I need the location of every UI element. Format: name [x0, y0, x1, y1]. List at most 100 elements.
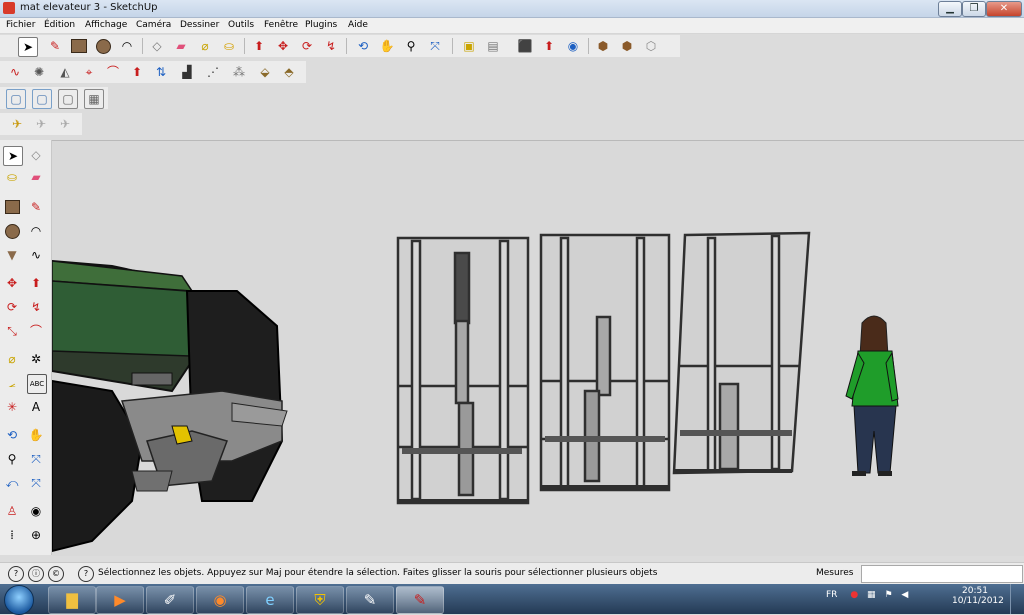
lift-mast-frame-3[interactable]: [672, 231, 811, 475]
geolocation-status-icon[interactable]: ?: [8, 566, 24, 582]
sandbox-b-button[interactable]: ⋰: [204, 63, 222, 81]
maximize-button[interactable]: ❐: [962, 1, 986, 17]
menu-fichier[interactable]: Fichier: [6, 20, 35, 30]
tray-antivirus-icon[interactable]: ●: [850, 590, 858, 600]
left-offset-button[interactable]: ⌒: [27, 322, 45, 340]
taskbar-paint[interactable]: ✎: [346, 586, 394, 614]
sandbox-a-button[interactable]: ▟: [178, 63, 196, 81]
left-3d-text-button[interactable]: A: [27, 398, 45, 416]
system-clock[interactable]: 20:51 10/11/2012: [952, 586, 1004, 606]
left-circle-button[interactable]: [3, 222, 21, 240]
share-component-button[interactable]: ⬢: [618, 37, 636, 55]
left-look-around-button[interactable]: ◉: [27, 502, 45, 520]
scene-canvas[interactable]: [52, 141, 1024, 556]
taskbar-explorer[interactable]: ▇: [48, 586, 96, 614]
left-previous-button[interactable]: ⤺: [3, 474, 21, 492]
tape-measure-button[interactable]: ⌀: [196, 37, 214, 55]
menu-affichage[interactable]: Affichage: [85, 20, 127, 30]
pan-tool-button[interactable]: ✋: [378, 37, 396, 55]
help-status-icon[interactable]: ?: [78, 566, 94, 582]
arc-tool-button[interactable]: ◠: [118, 37, 136, 55]
menu-aide[interactable]: Aide: [348, 20, 368, 30]
figure-b-button[interactable]: ✈: [32, 115, 50, 133]
left-protractor-button[interactable]: ⦟: [3, 374, 21, 392]
taskbar-gimp[interactable]: ✐: [146, 586, 194, 614]
left-eraser-button[interactable]: ▰: [27, 168, 45, 186]
3d-warehouse-button[interactable]: ◉: [564, 37, 582, 55]
left-select-button[interactable]: ➤: [3, 146, 23, 166]
menu-plugins[interactable]: Plugins: [305, 20, 337, 30]
left-move-button[interactable]: ✥: [3, 274, 21, 292]
menu-outils[interactable]: Outils: [228, 20, 254, 30]
left-section-plane-button[interactable]: ⊕: [27, 526, 45, 544]
left-position-camera-button[interactable]: ♙: [3, 502, 21, 520]
left-component-button[interactable]: ◇: [27, 146, 45, 164]
place-figure-button[interactable]: ✈: [8, 115, 26, 133]
drape-button[interactable]: ⌒: [104, 63, 122, 81]
get-photo-button[interactable]: ⬢: [594, 37, 612, 55]
paint-bucket-button[interactable]: ⛀: [220, 37, 238, 55]
language-indicator[interactable]: FR: [826, 590, 837, 600]
top-view-button[interactable]: ▢: [6, 89, 26, 109]
share-model-button[interactable]: ⬆: [540, 37, 558, 55]
taskbar-sketchup[interactable]: ✎: [396, 586, 444, 614]
add-location-button[interactable]: ▣: [460, 37, 478, 55]
select-tool-button[interactable]: ➤: [18, 37, 38, 57]
from-scratch-button[interactable]: ◭: [56, 63, 74, 81]
measurements-input[interactable]: [861, 565, 1023, 583]
rotate-tool-button[interactable]: ⟳: [298, 37, 316, 55]
push-pull-button[interactable]: ⬆: [250, 37, 268, 55]
left-scale-button[interactable]: ⤡: [3, 322, 21, 340]
left-follow-me-button[interactable]: ↯: [27, 298, 45, 316]
orbit-tool-button[interactable]: ⟲: [354, 37, 372, 55]
menu-edition[interactable]: Édition: [44, 20, 75, 30]
flip-edge-button[interactable]: ⇅: [152, 63, 170, 81]
follow-me-button[interactable]: ↯: [322, 37, 340, 55]
lift-mast-frame-2[interactable]: [539, 233, 671, 492]
front-view-button[interactable]: ▢: [32, 89, 52, 109]
left-paint-button[interactable]: ⛀: [3, 168, 21, 186]
smoove-button[interactable]: ∿: [6, 63, 24, 81]
tray-network-icon[interactable]: ▦: [867, 590, 876, 600]
left-rotate-button[interactable]: ⟳: [3, 298, 21, 316]
lift-mast-frame-1[interactable]: [396, 236, 530, 505]
rectangle-tool-button[interactable]: [70, 37, 88, 55]
close-button[interactable]: ✕: [986, 1, 1022, 17]
zoom-tool-button[interactable]: ⚲: [402, 37, 420, 55]
left-line-button[interactable]: ✎: [27, 198, 45, 216]
move-tool-button[interactable]: ✥: [274, 37, 292, 55]
component-options-button[interactable]: ⬡: [642, 37, 660, 55]
left-push-pull-button[interactable]: ⬆: [27, 274, 45, 292]
info-status-icon[interactable]: ©: [48, 566, 64, 582]
left-zoom-button[interactable]: ⚲: [3, 450, 21, 468]
left-text-button[interactable]: ABC: [27, 374, 47, 394]
left-rectangle-button[interactable]: [3, 198, 21, 216]
from-contours-button[interactable]: ✺: [30, 63, 48, 81]
toggle-terrain-button[interactable]: ▤: [484, 37, 502, 55]
credits-status-icon[interactable]: ⓘ: [28, 566, 44, 582]
left-dimension-button[interactable]: ✲: [27, 350, 45, 368]
sandbox-d-button[interactable]: ⬙: [256, 63, 274, 81]
get-models-button[interactable]: ⬛: [516, 37, 534, 55]
sandbox-e-button[interactable]: ⬘: [280, 63, 298, 81]
iso-view-button[interactable]: ▦: [84, 89, 104, 109]
minimize-button[interactable]: ▁: [938, 1, 962, 17]
sandbox-c-button[interactable]: ⁂: [230, 63, 248, 81]
left-tape-button[interactable]: ⌀: [3, 350, 21, 368]
scale-figure-person[interactable]: [845, 315, 899, 476]
stamp-button[interactable]: ⌖: [80, 63, 98, 81]
left-walk-button[interactable]: ⁞: [3, 526, 21, 544]
menu-fenetre[interactable]: Fenêtre: [264, 20, 298, 30]
left-freehand-button[interactable]: ∿: [27, 246, 45, 264]
taskbar-internet-explorer[interactable]: e: [246, 586, 294, 614]
tray-speaker-icon[interactable]: ◀: [901, 590, 908, 600]
start-button[interactable]: [4, 585, 34, 615]
add-detail-button[interactable]: ⬆: [128, 63, 146, 81]
menu-camera[interactable]: Caméra: [136, 20, 171, 30]
left-arc-button[interactable]: ◠: [27, 222, 45, 240]
left-orbit-button[interactable]: ⟲: [3, 426, 21, 444]
zoom-extents-button[interactable]: ⤧: [426, 37, 444, 55]
line-tool-button[interactable]: ✎: [46, 37, 64, 55]
tractor-model[interactable]: [52, 259, 288, 553]
tray-flag-icon[interactable]: ⚑: [884, 590, 892, 600]
